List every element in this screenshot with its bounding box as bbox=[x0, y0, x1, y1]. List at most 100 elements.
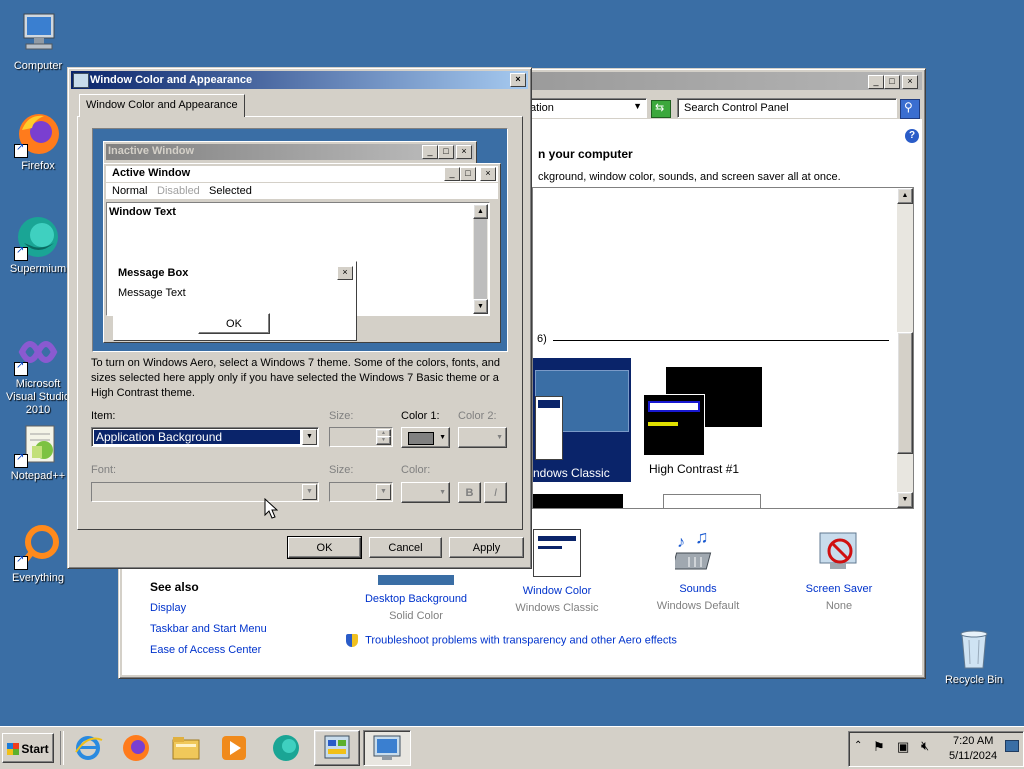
desktop-icon-everything[interactable]: Everything bbox=[0, 522, 76, 585]
scroll-thumb[interactable] bbox=[897, 332, 913, 454]
minimize-button: _ bbox=[422, 145, 438, 159]
item-label: Item: bbox=[91, 410, 116, 422]
shortcut-arrow-icon bbox=[14, 452, 28, 468]
close-button[interactable]: × bbox=[902, 75, 918, 89]
desktop-icon-notepadpp[interactable]: Notepad++ bbox=[0, 420, 76, 483]
show-hidden-icons-icon[interactable]: ⌃ bbox=[854, 740, 862, 751]
chevron-down-icon: ▼ bbox=[496, 434, 503, 441]
appearance-preview[interactable]: Inactive Window _ □ × Active Window _ □ … bbox=[92, 128, 508, 352]
size-label: Size: bbox=[329, 410, 354, 422]
start-button[interactable]: Start bbox=[2, 733, 54, 763]
desktop-icon-visual-studio[interactable]: Microsoft Visual Studio 2010 bbox=[0, 328, 76, 417]
address-text: ation bbox=[530, 102, 554, 114]
desktop-icon-label: Computer bbox=[13, 60, 63, 72]
dialog-titlebar[interactable]: Window Color and Appearance × bbox=[71, 71, 528, 89]
size-stepper: ▲ ▼ bbox=[329, 427, 393, 447]
shortcut-arrow-icon bbox=[14, 360, 28, 376]
item-subtitle: None bbox=[825, 600, 853, 612]
address-bar[interactable]: ation ▼ bbox=[519, 98, 647, 118]
preview-message-box[interactable]: Message Box × Message Text OK bbox=[113, 261, 357, 341]
window-color-taskbar-button[interactable] bbox=[363, 730, 411, 766]
desktop-icon-recycle-bin[interactable]: Recycle Bin bbox=[936, 624, 1012, 687]
apply-button[interactable]: Apply bbox=[449, 537, 524, 558]
visual-studio-icon bbox=[14, 328, 62, 376]
desktop-icon-label: Supermium bbox=[9, 263, 67, 275]
help-icon[interactable]: ? bbox=[905, 129, 919, 143]
search-input[interactable]: Search Control Panel bbox=[677, 98, 897, 118]
supermium-icon[interactable] bbox=[270, 732, 302, 764]
desktop-icon-computer[interactable]: Computer bbox=[0, 10, 76, 73]
theme-high-contrast-1[interactable]: High Contrast #1 bbox=[643, 366, 783, 476]
file-explorer-icon[interactable] bbox=[170, 732, 202, 764]
see-also-link-ease-of-access[interactable]: Ease of Access Center bbox=[150, 644, 261, 656]
theme-list[interactable]: 6) ndows Classic High Contrast #1 ▲ ▼ bbox=[532, 187, 914, 509]
scroll-down-button[interactable]: ▼ bbox=[897, 492, 913, 508]
theme-group-count: 6) bbox=[537, 333, 547, 345]
firefox-icon bbox=[14, 110, 62, 158]
desktop-icon-firefox[interactable]: Firefox bbox=[0, 110, 76, 173]
internet-explorer-icon[interactable] bbox=[72, 732, 104, 764]
desktop-icon-label: Everything bbox=[12, 572, 64, 584]
tab-window-color-appearance[interactable]: Window Color and Appearance bbox=[79, 94, 245, 117]
item-value-text: Application Background bbox=[96, 430, 223, 444]
desktop-icon-label: Notepad++ bbox=[10, 470, 66, 482]
item-subtitle: Windows Classic bbox=[515, 602, 599, 614]
chevron-down-icon: ▼ bbox=[439, 434, 446, 441]
minimize-button[interactable]: _ bbox=[868, 75, 884, 89]
notepadpp-icon bbox=[14, 420, 62, 468]
theme-windows-classic[interactable]: ndows Classic bbox=[533, 358, 631, 482]
see-also-title: See also bbox=[150, 580, 199, 594]
media-player-icon[interactable] bbox=[218, 732, 250, 764]
theme-list-scrollbar[interactable]: ▲ ▼ bbox=[897, 188, 913, 508]
everything-icon bbox=[14, 522, 62, 570]
see-also-link-taskbar[interactable]: Taskbar and Start Menu bbox=[150, 623, 267, 635]
action-center-flag-icon[interactable]: ⚑ bbox=[873, 739, 885, 755]
ok-button[interactable]: OK bbox=[287, 536, 362, 559]
see-also-link-display[interactable]: Display bbox=[150, 602, 186, 614]
dialog-title: Window Color and Appearance bbox=[90, 74, 253, 86]
page-description: ckground, window color, sounds, and scre… bbox=[538, 171, 841, 183]
item-title: Window Color bbox=[522, 585, 592, 597]
sounds-item[interactable]: ♪ ♫ Sounds Windows Default bbox=[638, 527, 758, 612]
chevron-down-icon[interactable]: ▼ bbox=[302, 429, 317, 445]
refresh-button[interactable]: ⇆ bbox=[651, 100, 671, 118]
network-icon[interactable]: ▣ bbox=[897, 739, 909, 755]
control-panel-taskbar-button[interactable] bbox=[314, 730, 360, 766]
clock-date[interactable]: 5/11/2024 bbox=[949, 750, 997, 762]
search-button[interactable]: ⚲ bbox=[900, 99, 920, 119]
supermium-icon bbox=[14, 213, 62, 261]
color1-label: Color 1: bbox=[401, 410, 440, 422]
screen-saver-item[interactable]: Screen Saver None bbox=[779, 529, 899, 612]
volume-muted-icon[interactable]: 🔇︎ bbox=[921, 738, 929, 754]
maximize-button[interactable]: □ bbox=[884, 75, 900, 89]
color1-picker[interactable]: ▼ bbox=[401, 427, 450, 448]
scroll-up-button[interactable]: ▲ bbox=[897, 188, 913, 204]
item-select[interactable]: Application Background ▼ bbox=[91, 427, 319, 447]
troubleshoot-link[interactable]: Troubleshoot problems with transparency … bbox=[346, 634, 677, 647]
desktop-background-icon bbox=[378, 575, 454, 585]
window-color-icon bbox=[533, 529, 581, 577]
color-swatch bbox=[408, 432, 434, 445]
dialog-close-button[interactable]: × bbox=[510, 73, 526, 87]
inactive-title: Inactive Window bbox=[108, 145, 195, 157]
chevron-down-icon[interactable]: ▼ bbox=[633, 101, 642, 111]
desktop-icon-supermium[interactable]: Supermium bbox=[0, 213, 76, 276]
show-desktop-icon[interactable] bbox=[1005, 740, 1019, 752]
theme-preview-partial bbox=[663, 494, 761, 508]
font-color-picker: ▼ bbox=[401, 482, 450, 503]
preview-menu-bar: Normal Disabled Selected bbox=[106, 183, 498, 199]
item-subtitle: Solid Color bbox=[389, 610, 443, 622]
desktop-background-item[interactable]: Desktop Background Solid Color bbox=[356, 575, 476, 622]
desktop-icon-label: Microsoft Visual Studio 2010 bbox=[5, 378, 70, 416]
recycle-bin-icon bbox=[950, 624, 998, 672]
cancel-button[interactable]: Cancel bbox=[369, 537, 442, 558]
active-title: Active Window bbox=[112, 167, 191, 179]
inactive-titlebar: Inactive Window _ □ × bbox=[106, 144, 474, 160]
firefox-icon[interactable] bbox=[120, 732, 152, 764]
theme-label: High Contrast #1 bbox=[649, 462, 740, 476]
shortcut-arrow-icon bbox=[14, 554, 28, 570]
clock-time[interactable]: 7:20 AM bbox=[953, 735, 993, 747]
theme-group-divider bbox=[553, 340, 889, 341]
window-color-appearance-dialog[interactable]: Window Color and Appearance × Window Col… bbox=[67, 67, 532, 569]
scroll-track bbox=[474, 219, 487, 299]
